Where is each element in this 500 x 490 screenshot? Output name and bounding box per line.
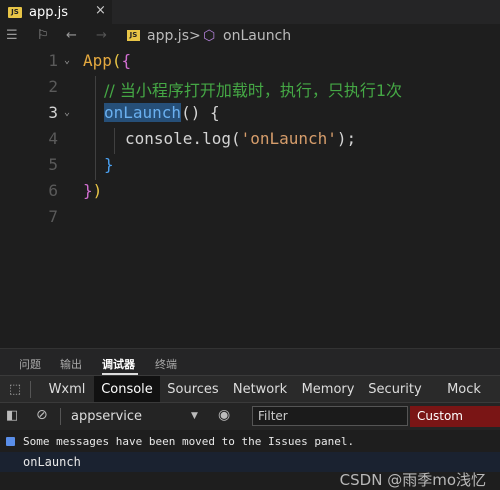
chevron-down-icon[interactable]: ▼ [191, 411, 198, 421]
cube-icon: ⬡ [203, 28, 216, 44]
code-line-3: onLaunch() { [104, 103, 220, 122]
info-icon [6, 437, 15, 446]
console-log-row: onLaunch CSDN @雨季mo浅忆 [0, 452, 500, 489]
sidebar-toggle-icon[interactable]: ◧ [6, 408, 18, 423]
code-line-1: App({ [83, 51, 132, 70]
line-number: 2 [48, 77, 58, 96]
eye-icon[interactable]: ◉ [218, 407, 230, 423]
code-editor[interactable]: 1 2 3 4 5 6 7 ⌄ ⌄ App({ // 当小程序打开加载时，执行，… [0, 48, 500, 348]
clear-console-icon[interactable]: ⊘ [36, 407, 48, 423]
tab-wxml[interactable]: Wxml [40, 376, 94, 403]
line-number: 6 [48, 181, 58, 200]
line-number: 4 [48, 129, 58, 148]
inspect-element-icon[interactable]: ⬚ [0, 376, 30, 403]
console-log-text: onLaunch [23, 455, 81, 469]
code-line-6: }) [83, 181, 103, 200]
watermark: CSDN @雨季mo浅忆 [339, 471, 486, 489]
js-file-icon: JS [127, 30, 140, 41]
editor-tab-bar: JS app.js × [0, 0, 500, 24]
back-arrow-icon[interactable]: ← [66, 28, 77, 43]
tab-network[interactable]: Network [226, 376, 294, 403]
breadcrumb-symbol[interactable]: onLaunch [223, 28, 291, 44]
breadcrumb-separator: > [189, 28, 201, 44]
tab-mock[interactable]: Mock [428, 376, 500, 403]
fold-chevron-icon[interactable]: ⌄ [64, 55, 70, 66]
context-selector[interactable]: appservice [71, 409, 142, 424]
panel-tab-bar: 问题 输出 调试器 终端 [0, 348, 500, 376]
breadcrumb: ☰ ⚐ ← → JS app.js > ⬡ onLaunch [0, 24, 500, 48]
indent-guide [114, 128, 115, 154]
divider [60, 408, 61, 425]
fold-chevron-icon[interactable]: ⌄ [64, 107, 70, 118]
close-icon[interactable]: × [95, 3, 106, 18]
forward-arrow-icon[interactable]: → [96, 28, 107, 43]
console-toolbar: ◧ ⊘ appservice ▼ ◉ Filter Custom levels … [0, 402, 500, 444]
devtools-tab-bar: ⬚ Wxml Console Sources Network Memory Se… [0, 375, 500, 403]
tab-label: app.js [29, 4, 68, 20]
filter-input[interactable]: Filter [252, 406, 408, 426]
tab-console[interactable]: Console [94, 376, 160, 403]
console-message: Some messages have been moved to the Iss… [23, 435, 355, 448]
tab-security[interactable]: Security [362, 376, 428, 403]
code-line-4: console.log('onLaunch'); [125, 129, 357, 148]
tab-debugger[interactable]: 调试器 [102, 356, 135, 372]
tab-problems[interactable]: 问题 [19, 356, 41, 372]
tab-output[interactable]: 输出 [60, 356, 82, 372]
line-number-active: 3 [48, 103, 58, 122]
list-icon[interactable]: ☰ [6, 28, 18, 43]
console-output: Some messages have been moved to the Iss… [0, 430, 500, 489]
divider [30, 381, 31, 398]
tab-terminal[interactable]: 终端 [155, 356, 177, 372]
code-line-5: } [104, 155, 114, 174]
code-line-2: // 当小程序打开加载时，执行，只执行1次 [104, 81, 403, 100]
log-levels-dropdown[interactable]: Custom levels ▼ [410, 406, 500, 444]
tab-sources[interactable]: Sources [160, 376, 226, 403]
js-file-icon: JS [8, 6, 22, 18]
line-number: 5 [48, 155, 58, 174]
tab-app-js[interactable]: JS app.js × [0, 0, 112, 24]
line-number: 1 [48, 51, 58, 70]
breadcrumb-file[interactable]: app.js [147, 28, 189, 44]
line-number: 7 [48, 207, 58, 226]
indent-guide [95, 76, 96, 180]
bookmark-icon[interactable]: ⚐ [37, 28, 49, 43]
tab-memory[interactable]: Memory [294, 376, 362, 403]
